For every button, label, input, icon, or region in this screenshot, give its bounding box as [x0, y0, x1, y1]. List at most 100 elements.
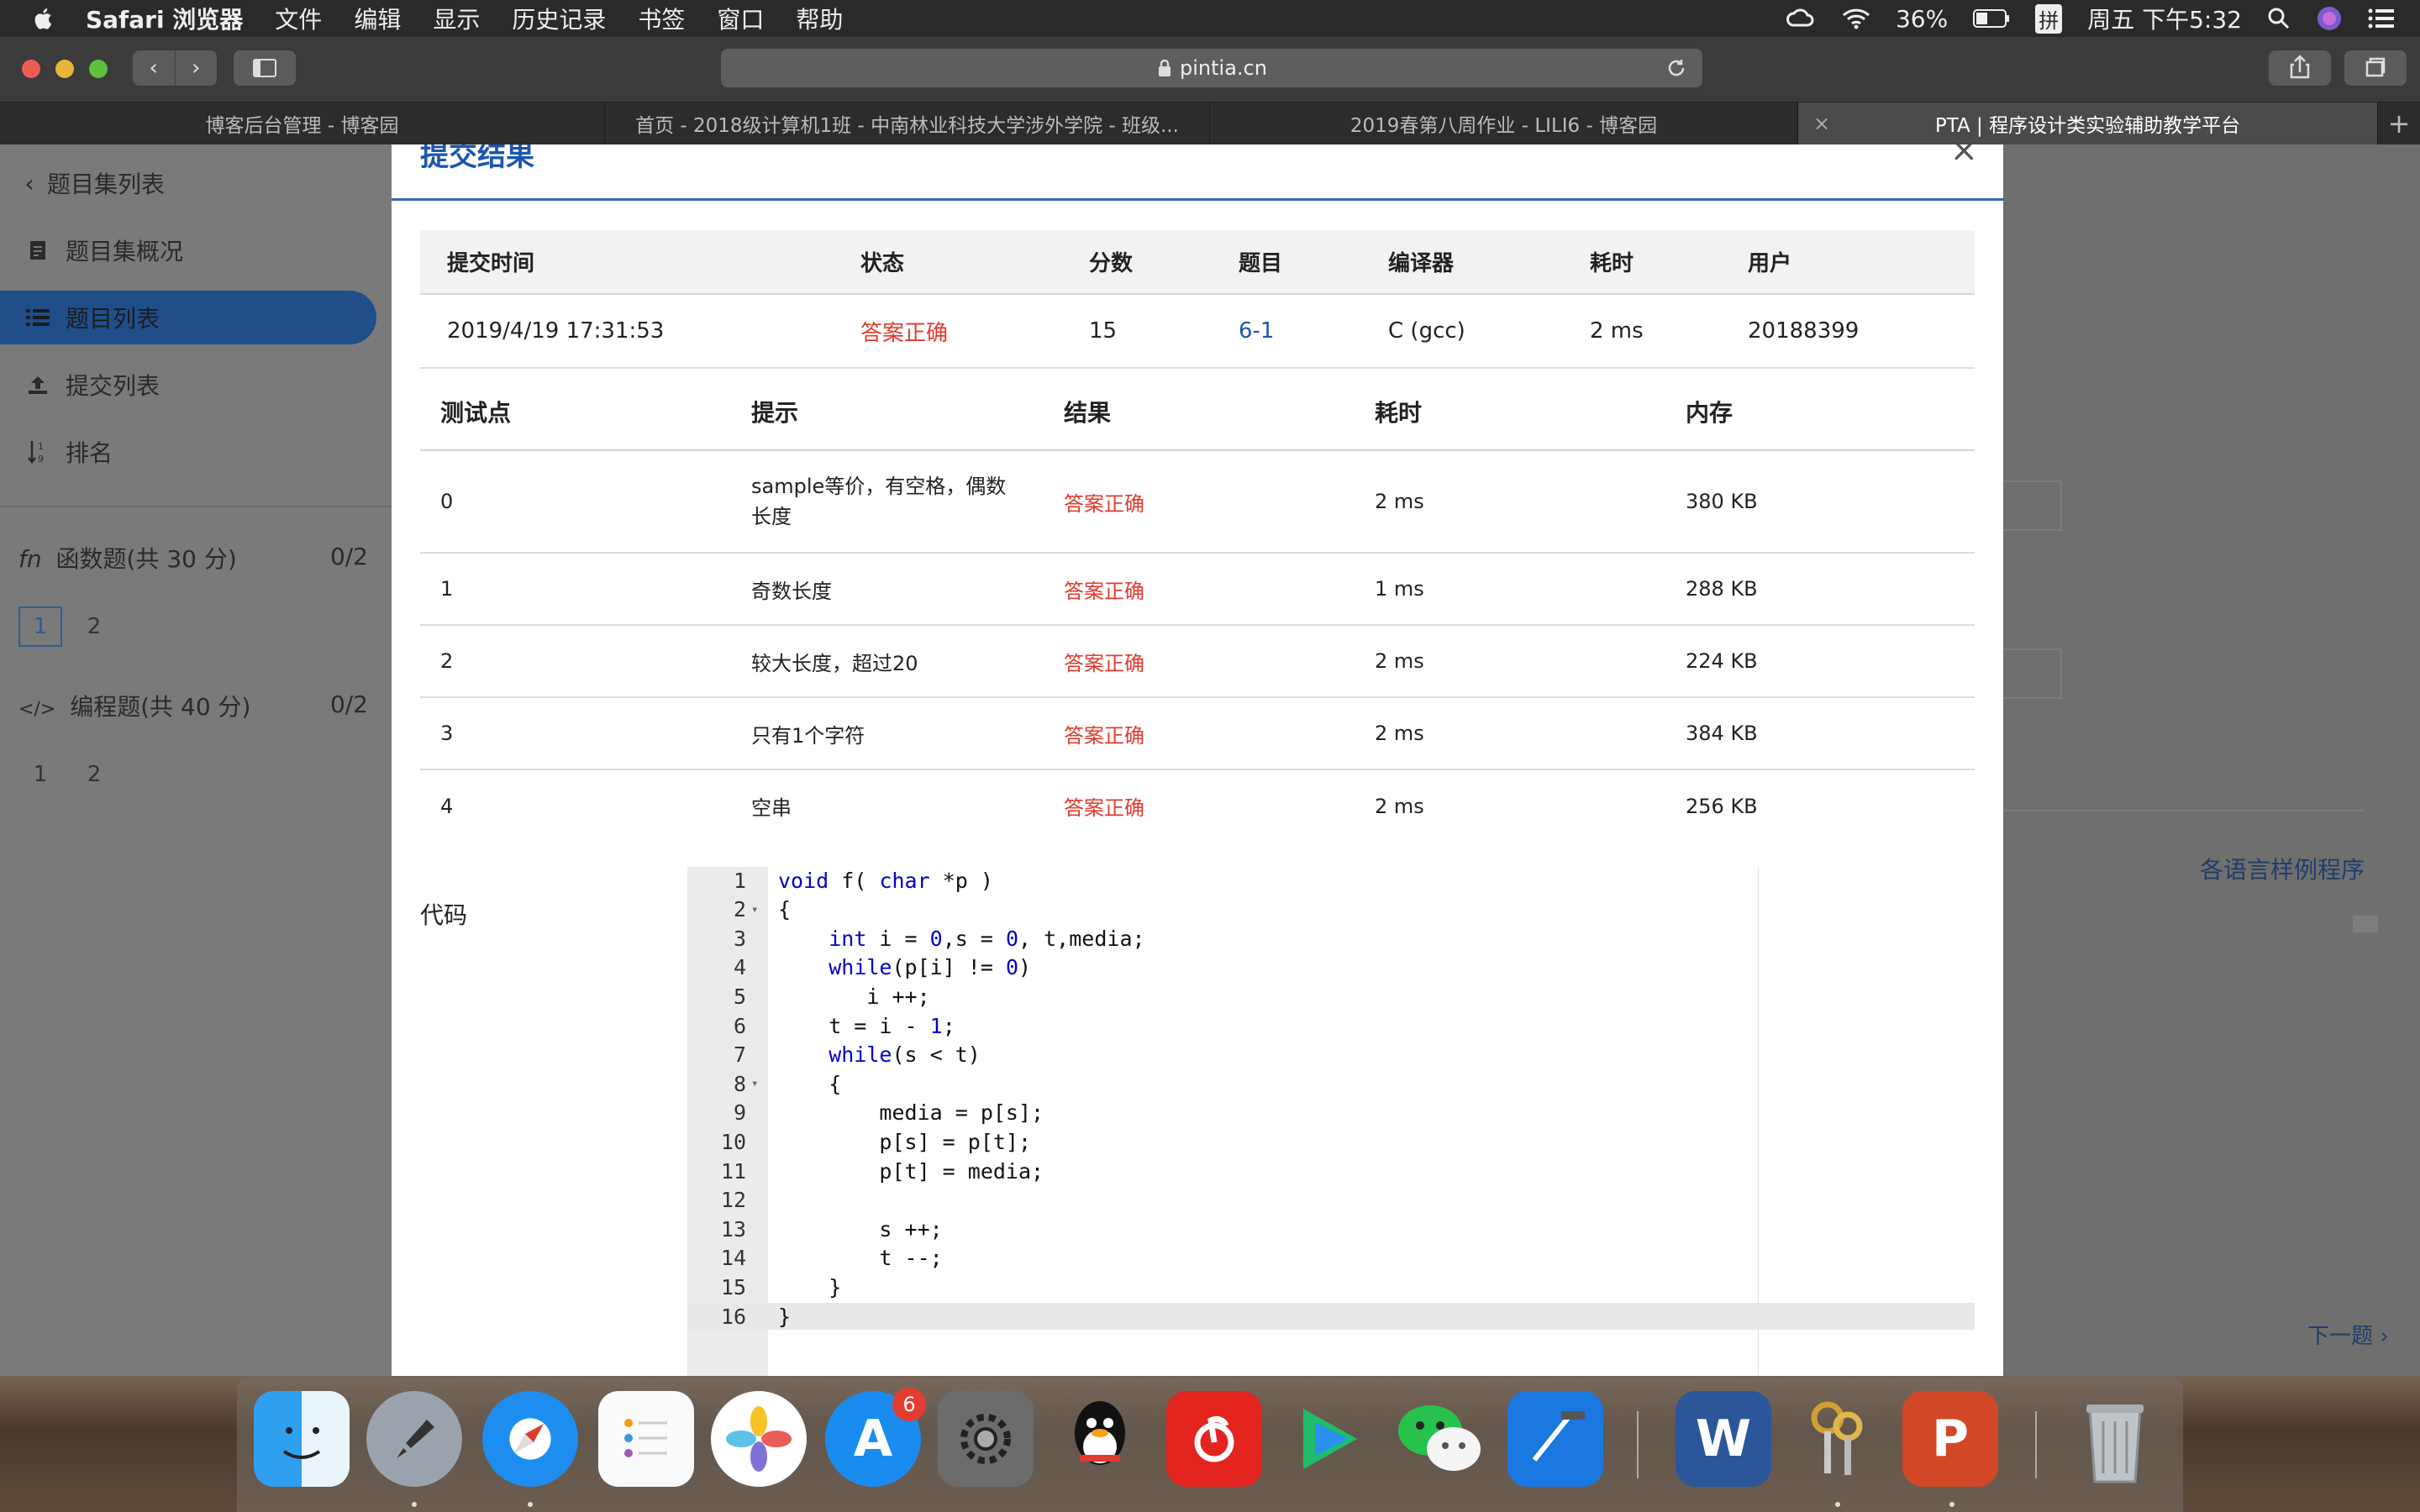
- reload-icon[interactable]: [1665, 57, 1687, 79]
- chevron-left-icon: ‹: [24, 169, 34, 197]
- code-line[interactable]: 8 ▾ {: [687, 1070, 1975, 1097]
- tab-overview-button[interactable]: [2344, 50, 2407, 86]
- code-line[interactable]: 9 media = p[s];: [687, 1100, 1975, 1126]
- code-text: void f( char *p ): [778, 868, 993, 893]
- sidebar-item-overview[interactable]: 题目集概况: [0, 223, 183, 277]
- share-button[interactable]: [2269, 50, 2331, 86]
- input-method-icon[interactable]: 拼: [2035, 3, 2063, 34]
- test-time: 1 ms: [1355, 553, 1665, 626]
- code-line[interactable]: 5 i ++;: [687, 983, 1975, 1010]
- xcode-icon[interactable]: [1507, 1391, 1603, 1487]
- netease-music-icon[interactable]: [1166, 1391, 1262, 1487]
- launchpad-icon[interactable]: [366, 1391, 462, 1487]
- modal-title-divider: [392, 198, 2003, 201]
- trash-icon[interactable]: [2067, 1391, 2163, 1487]
- running-indicator: [528, 1502, 533, 1507]
- siri-icon[interactable]: [2316, 5, 2343, 32]
- creative-cloud-icon[interactable]: [1785, 7, 1817, 30]
- code-line[interactable]: 2 ▾ {: [687, 896, 1975, 923]
- clock[interactable]: 周五 下午5:32: [2087, 2, 2242, 35]
- menu-edit[interactable]: 编辑: [354, 2, 401, 35]
- menu-file[interactable]: 文件: [275, 2, 322, 35]
- menu-history[interactable]: 历史记录: [512, 2, 606, 35]
- line-number: 7: [733, 1042, 746, 1068]
- close-tab-icon[interactable]: ×: [1813, 112, 1830, 135]
- close-icon[interactable]: ×: [1949, 144, 1978, 170]
- code-line[interactable]: 1 void f( char *p ): [687, 867, 1975, 894]
- menu-bookmarks[interactable]: 书签: [638, 2, 685, 35]
- sort-icon: 19: [25, 439, 50, 465]
- code-line[interactable]: 7 while(s < t): [687, 1042, 1975, 1068]
- code-icon: </>: [18, 699, 56, 720]
- code-text: while(p[i] != 0): [829, 955, 1032, 980]
- status-badge: 答案正确: [834, 294, 1062, 369]
- language-examples-link[interactable]: 各语言样例程序: [2200, 852, 2365, 885]
- sidebar-item-problem-list[interactable]: 题目列表: [0, 291, 376, 344]
- finder-icon[interactable]: [254, 1391, 350, 1487]
- code-line[interactable]: 10 p[s] = p[t];: [687, 1128, 1975, 1155]
- menu-app-name[interactable]: Safari 浏览器: [86, 2, 243, 35]
- system-preferences-icon[interactable]: [938, 1391, 1034, 1487]
- code-line[interactable]: 14 t --;: [687, 1245, 1975, 1272]
- tab-homework[interactable]: 2019春第八周作业 - LILI6 - 博客园: [1210, 102, 1798, 144]
- close-window-button[interactable]: [22, 60, 40, 78]
- qq-icon[interactable]: [1052, 1391, 1148, 1487]
- problem-link[interactable]: 6-1: [1212, 294, 1361, 369]
- keychain-access-icon[interactable]: [1788, 1391, 1884, 1487]
- photos-icon[interactable]: [711, 1391, 807, 1487]
- code-line[interactable]: 4 while(p[i] != 0): [687, 954, 1975, 981]
- powerpoint-icon[interactable]: P: [1902, 1391, 1998, 1487]
- test-result: 答案正确: [1044, 553, 1355, 626]
- minimize-window-button[interactable]: [55, 60, 74, 78]
- next-problem-link[interactable]: 下一题 ›: [2307, 1319, 2389, 1350]
- code-line[interactable]: 11 p[t] = media;: [687, 1158, 1975, 1184]
- reminders-icon[interactable]: [598, 1391, 694, 1487]
- tencent-video-icon[interactable]: [1281, 1391, 1376, 1487]
- page-content: ‹ 题目集列表 题目集概况 题目列表 提交列表 19 排名 fn 函数题(共 3…: [0, 144, 2420, 1453]
- menu-help[interactable]: 帮助: [796, 2, 843, 35]
- address-bar[interactable]: pintia.cn: [721, 49, 1702, 87]
- forward-button[interactable]: ›: [174, 50, 218, 86]
- sidebar-item-problem-sets[interactable]: ‹ 题目集列表: [0, 156, 165, 210]
- notification-center-icon[interactable]: [2368, 8, 2395, 29]
- sidebar-item-submissions[interactable]: 提交列表: [0, 358, 160, 412]
- code-line[interactable]: 12: [687, 1187, 1975, 1214]
- zoom-window-button[interactable]: [89, 60, 108, 78]
- tab-pta[interactable]: × PTA | 程序设计类实验辅助教学平台: [1798, 102, 2378, 144]
- code-line[interactable]: 6 t = i - 1;: [687, 1012, 1975, 1039]
- problem-pill[interactable]: 2: [72, 754, 116, 795]
- code-editor[interactable]: 1 void f( char *p ) 2 ▾{3 int i = 0,s = 0, …: [687, 867, 1975, 1376]
- apple-icon[interactable]: [32, 6, 57, 31]
- problem-pill[interactable]: 1: [18, 606, 62, 647]
- menu-window[interactable]: 窗口: [717, 2, 764, 35]
- test-cases-table: 测试点 提示 结果 耗时 内存 0 sample等价，有空格，偶数长度 答案正确…: [420, 373, 1975, 842]
- sidebar-item-ranking[interactable]: 19 排名: [0, 425, 113, 479]
- word-icon[interactable]: W: [1676, 1391, 1771, 1487]
- safari-icon[interactable]: [482, 1391, 578, 1487]
- code-line[interactable]: 15 }: [687, 1273, 1975, 1300]
- column-header: 耗时: [1355, 373, 1665, 451]
- code-line[interactable]: 13 s ++;: [687, 1215, 1975, 1242]
- back-button[interactable]: ‹: [133, 50, 175, 86]
- code-line[interactable]: 16}: [687, 1303, 1975, 1330]
- wechat-icon[interactable]: [1393, 1391, 1489, 1487]
- lock-icon: [1159, 59, 1171, 76]
- new-tab-button[interactable]: +: [2378, 102, 2420, 144]
- tab-blog-admin[interactable]: 博客后台管理 - 博客园: [0, 102, 605, 144]
- line-number: 11: [720, 1158, 746, 1184]
- battery-icon[interactable]: [1973, 8, 2010, 29]
- sidebar-toggle-button[interactable]: [234, 50, 296, 86]
- test-result: 答案正确: [1044, 450, 1355, 554]
- fold-toggle-icon[interactable]: ▾: [746, 1077, 768, 1090]
- tab-class-home[interactable]: 首页 - 2018级计算机1班 - 中南林业科技大学涉外学院 - 班级...: [605, 102, 1210, 144]
- spotlight-search-icon[interactable]: [2267, 7, 2291, 30]
- column-header: 分数: [1062, 230, 1212, 295]
- fold-toggle-icon[interactable]: ▾: [746, 903, 768, 916]
- menu-view[interactable]: 显示: [433, 2, 480, 35]
- code-line[interactable]: 3 int i = 0,s = 0, t,media;: [687, 925, 1975, 952]
- wifi-icon[interactable]: [1842, 7, 1870, 30]
- problem-pill[interactable]: 1: [18, 754, 62, 795]
- problem-pill[interactable]: 2: [72, 606, 116, 647]
- tab-title: 2019春第八周作业 - LILI6 - 博客园: [1349, 115, 1658, 137]
- chevron-right-icon: ›: [192, 55, 201, 81]
